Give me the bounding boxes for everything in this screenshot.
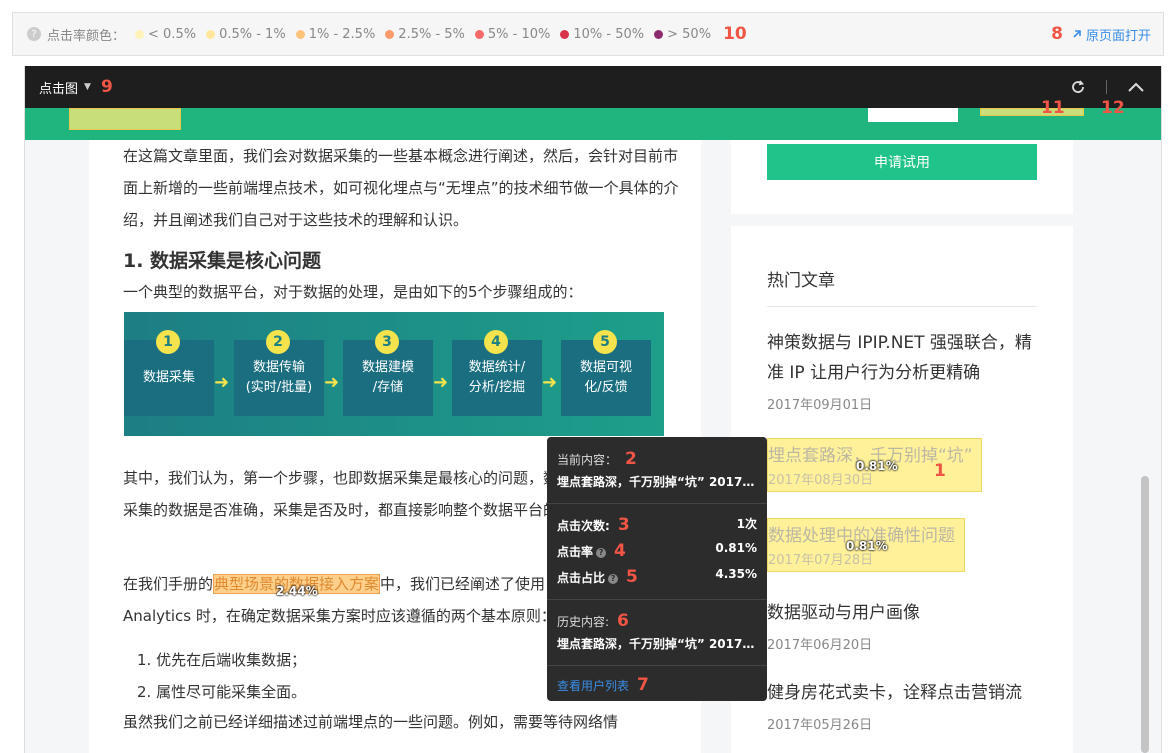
hot-articles-title: 热门文章	[767, 271, 835, 291]
annotation-number: 8	[1051, 24, 1063, 44]
annotation-number: 5	[626, 567, 638, 587]
legend-dot-icon	[295, 29, 305, 39]
legend-item-6: 10% - 50%	[560, 27, 644, 42]
legend-item-5: 5% - 10%	[474, 27, 550, 42]
hot-articles-card: 热门文章 神策数据与 IPIP.NET 强强联合，精准 IP 让用户行为分析更精…	[731, 226, 1073, 753]
arrow-right-icon: ➜	[214, 372, 230, 393]
article-paragraph: 在这篇文章里面，我们会对数据采集的一些基本概念进行阐述，然后，会针对目前市面上新…	[123, 147, 679, 229]
collapse-up-icon[interactable]	[1127, 81, 1145, 93]
site-nav-bar	[25, 108, 1161, 140]
help-icon[interactable]: ?	[27, 27, 41, 41]
external-arrow-icon	[1073, 30, 1081, 38]
history-content-section: 历史内容: 6 埋点套路深，千万别掉“坑” 2017…	[557, 611, 757, 652]
annotation-number: 3	[617, 515, 630, 535]
click-rate-badge: 0.81%	[846, 539, 888, 553]
annotation-number: 2	[625, 449, 637, 469]
article-paragraph: 一个典型的数据平台，对于数据的处理，是由如下的5个步骤组成的：	[123, 283, 583, 301]
arrow-right-icon: ➜	[324, 372, 340, 393]
step-number: 4	[484, 330, 508, 354]
click-rate-row: 点击率? 4 0.81%	[557, 541, 757, 561]
caret-down-icon: ▼	[84, 82, 91, 92]
click-share-row: 点击占比? 5 4.35%	[557, 567, 757, 587]
divider	[1106, 80, 1107, 94]
heatmap-legend-bar: ? 点击率颜色： < 0.5% 0.5% - 1% 1% - 2.5% 2.5%…	[12, 12, 1164, 56]
legend-item-1: < 0.5%	[135, 27, 196, 42]
history-content-value: 埋点套路深，千万别掉“坑” 2017…	[557, 637, 755, 651]
annotation-number: 6	[617, 611, 629, 631]
article-heading: 1. 数据采集是核心问题	[123, 250, 322, 272]
hot-article-link[interactable]: 健身房花式卖卡，诠释点击营销流	[767, 678, 1047, 708]
hot-article-highlight[interactable]: 数据处理中的准确性问题 2017年07月28日 0.81%	[767, 518, 965, 572]
legend-right: 8 原页面打开	[1051, 13, 1151, 55]
arrow-right-icon: ➜	[433, 372, 449, 393]
view-user-list-link[interactable]: 查看用户列表 7	[557, 675, 649, 695]
step-number: 5	[593, 330, 617, 354]
legend-dot-icon	[206, 29, 216, 39]
legend-item-2: 0.5% - 1%	[206, 27, 286, 42]
step-number: 3	[375, 330, 399, 354]
help-icon[interactable]: ?	[608, 574, 619, 584]
annotation-number: 9	[100, 77, 113, 97]
sidebar-apply-card: 申请试用	[731, 140, 1073, 214]
open-original-link[interactable]: 原页面打开	[1071, 25, 1151, 44]
hot-article-highlight[interactable]: 埋点套路深，千万别掉“坑” 2017年08月30日 0.81% 1	[767, 438, 982, 492]
article-date: 2017年06月20日	[767, 638, 873, 653]
hot-article-link[interactable]: 神策数据与 IPIP.NET 强强联合，精准 IP 让用户行为分析更精确	[767, 328, 1047, 388]
nav-input[interactable]	[868, 108, 958, 122]
current-content-value: 埋点套路深，千万别掉“坑” 2017…	[557, 475, 755, 489]
annotation-number: 4	[614, 541, 626, 561]
legend-dot-icon	[135, 29, 145, 39]
heatmap-toolbar: 点击图 ▼ 9	[25, 66, 1161, 108]
step-number: 2	[266, 330, 290, 354]
legend-dot-icon	[654, 29, 664, 39]
legend-item-3: 1% - 2.5%	[295, 27, 375, 42]
annotation-number: 10	[723, 24, 747, 44]
annotation-number: 7	[637, 675, 649, 695]
article-date: 2017年09月01日	[767, 398, 873, 413]
mode-dropdown[interactable]: 点击图 ▼	[39, 78, 91, 97]
legend-dot-icon	[385, 29, 395, 39]
legend-label: 点击率颜色：	[47, 28, 126, 44]
step-number: 1	[156, 330, 180, 354]
arrow-right-icon: ➜	[542, 372, 558, 393]
click-stats-tooltip: 当前内容： 2 埋点套路深，千万别掉“坑” 2017… 点击次数: 3 1次 点击率…	[547, 437, 767, 701]
annotation-number: 11	[1041, 98, 1065, 118]
heatmap-link-highlight[interactable]: 典型场景的数据接入方案 2.44%	[213, 574, 381, 598]
divider	[547, 503, 767, 504]
apply-trial-button[interactable]: 申请试用	[767, 144, 1037, 180]
help-icon[interactable]: ?	[596, 548, 607, 558]
current-content-section: 当前内容： 2 埋点套路深，千万别掉“坑” 2017…	[557, 449, 757, 490]
clicks-row: 点击次数: 3 1次	[557, 515, 757, 535]
refresh-icon[interactable]	[1070, 79, 1086, 95]
hot-article-link[interactable]: 数据驱动与用户画像	[767, 598, 1047, 628]
click-rate-badge: 0.81%	[856, 459, 898, 473]
nav-button-highlight[interactable]	[980, 108, 1084, 116]
legend-item-4: 2.5% - 5%	[385, 27, 465, 42]
annotation-number: 1	[934, 461, 946, 481]
divider	[767, 306, 1037, 307]
process-diagram: 1 数据采集 ➜ 2 数据传输 (实时/批量) ➜ 3 数据建模 /存储 ➜ 4…	[124, 312, 664, 436]
divider	[547, 599, 767, 600]
legend-dot-icon	[560, 29, 570, 39]
divider	[547, 665, 767, 666]
article-date: 2017年05月26日	[767, 718, 873, 733]
vertical-scrollbar[interactable]	[1141, 476, 1149, 753]
legend-item-7: > 50%	[654, 27, 711, 42]
article-paragraph: 虽然我们之前已经详细描述过前端埋点的一些问题。例如，需要等待网络情	[123, 713, 619, 731]
nav-logo-highlight[interactable]	[69, 108, 181, 130]
annotation-number: 12	[1101, 98, 1125, 118]
legend-dot-icon	[474, 29, 484, 39]
